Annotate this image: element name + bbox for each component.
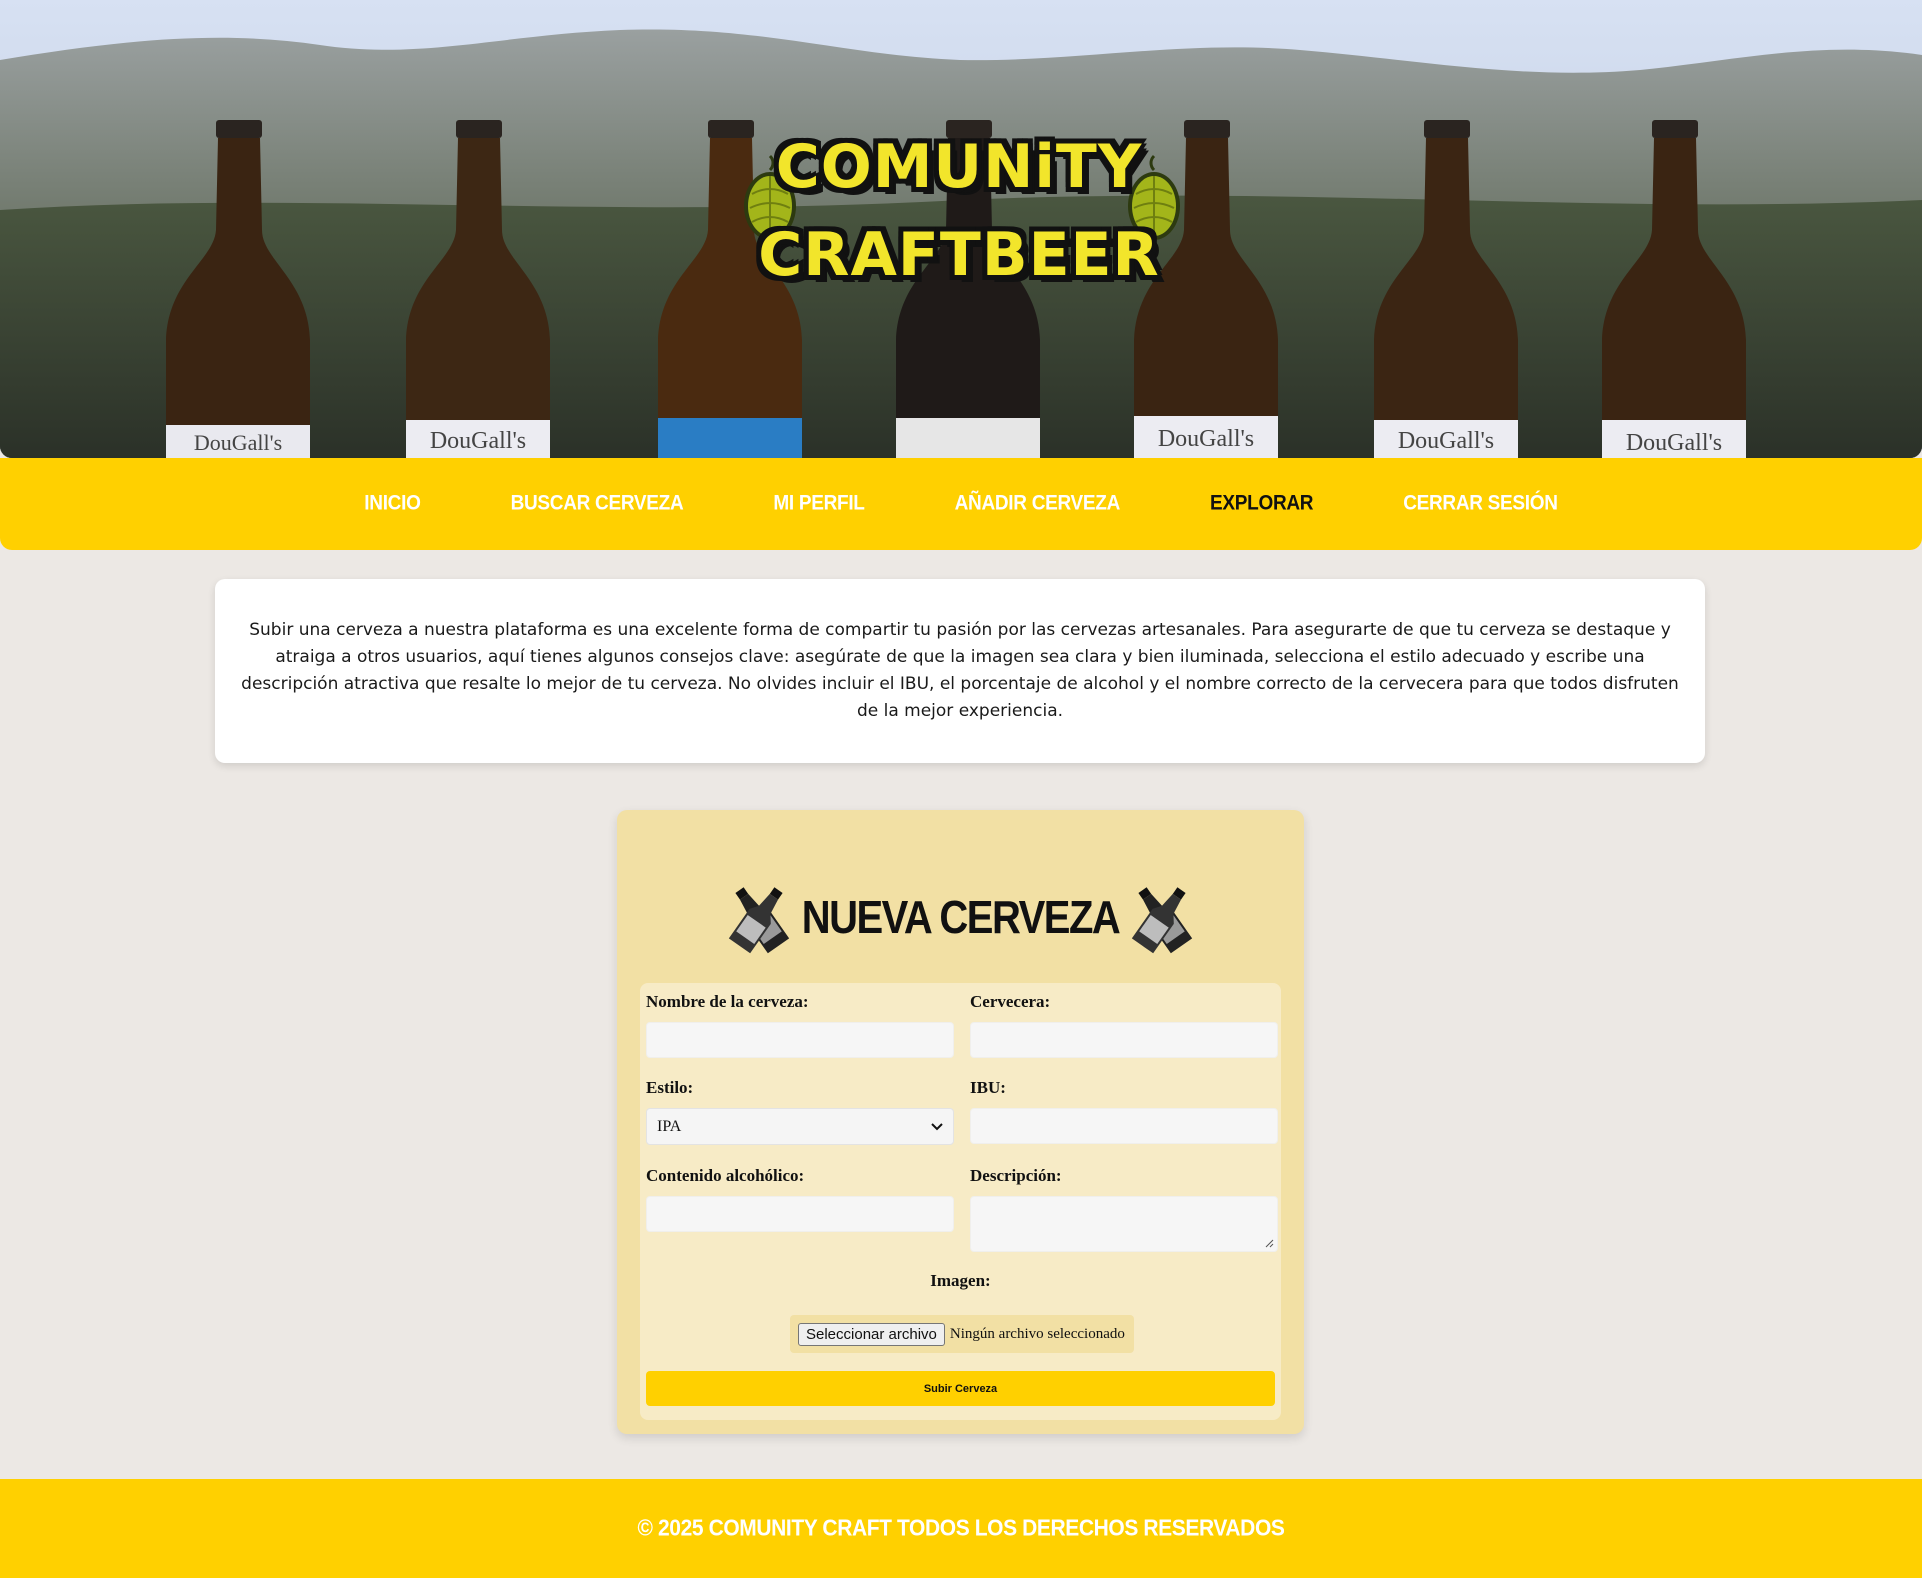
resize-grip-icon[interactable]: [1265, 1239, 1274, 1248]
svg-text:DouGall's: DouGall's: [194, 430, 282, 455]
field-estilo: Estilo: IPA: [646, 1077, 954, 1157]
crossed-bottles-icon: [728, 887, 789, 954]
upload-tips-text: Subir una cerveza a nuestra plataforma e…: [241, 620, 1679, 721]
alcohol-label: Contenido alcohólico:: [646, 1166, 805, 1185]
form-header: NUEVA CERVEZA: [617, 878, 1304, 958]
field-alcohol: Contenido alcohólico:: [646, 1165, 954, 1245]
nav-item-inicio[interactable]: INICIO: [364, 492, 421, 516]
svg-text:DouGall's: DouGall's: [430, 428, 526, 454]
cervecera-input[interactable]: [970, 1022, 1278, 1058]
footer-copyright: © 2025 COMUNITY CRAFT TODOS LOS DERECHOS…: [637, 1515, 1285, 1541]
nav-item-cerrar-sesion[interactable]: CERRAR SESIÓN: [1403, 492, 1558, 516]
estilo-selected-value: IPA: [657, 1117, 682, 1135]
beer-bottle-image: DouGall's: [166, 120, 310, 458]
site-footer: © 2025 COMUNITY CRAFT TODOS LOS DERECHOS…: [0, 1479, 1922, 1578]
svg-text:DouGall's: DouGall's: [1398, 428, 1494, 454]
chevron-down-icon: [931, 1122, 943, 1130]
beer-bottle-image: DouGall's: [406, 120, 550, 458]
nombre-input[interactable]: [646, 1022, 954, 1058]
hero-banner: DouGall's DouGall's DouGall's DouGall's …: [0, 0, 1922, 458]
field-nombre: Nombre de la cerveza:: [646, 991, 954, 1071]
file-status-text: Ningún archivo seleccionado: [949, 1325, 1125, 1342]
brand-logo-line2: CRAFTBEER: [758, 220, 1160, 290]
nav-item-mi-perfil[interactable]: MI PERFIL: [773, 492, 865, 516]
nombre-label: Nombre de la cerveza:: [646, 992, 809, 1011]
form-title: NUEVA CERVEZA: [801, 892, 1121, 943]
field-descripcion: Descripción:: [970, 1165, 1278, 1255]
alcohol-input[interactable]: [646, 1196, 954, 1232]
svg-text:DouGall's: DouGall's: [1158, 426, 1254, 452]
field-ibu: IBU:: [970, 1077, 1278, 1157]
cervecera-label: Cervecera:: [970, 992, 1051, 1011]
estilo-label: Estilo:: [646, 1078, 694, 1097]
nav-item-explorar[interactable]: EXPLORAR: [1210, 492, 1313, 516]
beer-bottle-image: DouGall's: [1374, 120, 1518, 458]
nav-item-anadir-cerveza[interactable]: AÑADIR CERVEZA: [955, 492, 1121, 516]
brand-logo: COMUNiTY CRAFTBEER: [734, 120, 1184, 290]
submit-beer-button[interactable]: Subir Cerveza: [646, 1371, 1275, 1406]
upload-tips-card: Subir una cerveza a nuestra plataforma e…: [215, 579, 1705, 763]
select-file-button[interactable]: Seleccionar archivo: [798, 1322, 945, 1346]
descripcion-label: Descripción:: [970, 1166, 1062, 1185]
new-beer-form-card: NUEVA CERVEZA Nombre de la cerveza: Cerv…: [617, 810, 1304, 1434]
estilo-select[interactable]: IPA: [646, 1108, 954, 1145]
main-nav: INICIO BUSCAR CERVEZA MI PERFIL AÑADIR C…: [0, 458, 1922, 550]
brand-logo-line1: COMUNiTY: [775, 132, 1143, 202]
ibu-label: IBU:: [970, 1078, 1006, 1097]
beer-bottle-image: DouGall's: [1602, 120, 1746, 458]
crossed-bottles-icon: [1132, 887, 1193, 954]
image-file-input: Seleccionar archivo Ningún archivo selec…: [790, 1315, 1134, 1353]
nav-item-buscar-cerveza[interactable]: BUSCAR CERVEZA: [511, 492, 684, 516]
ibu-input[interactable]: [970, 1108, 1278, 1144]
svg-text:DouGall's: DouGall's: [1626, 430, 1722, 456]
new-beer-form: Nombre de la cerveza: Cervecera: Estilo:…: [640, 983, 1281, 1420]
descripcion-textarea[interactable]: [970, 1196, 1278, 1252]
imagen-label: Imagen:: [930, 1271, 991, 1290]
field-cervecera: Cervecera:: [970, 991, 1278, 1071]
